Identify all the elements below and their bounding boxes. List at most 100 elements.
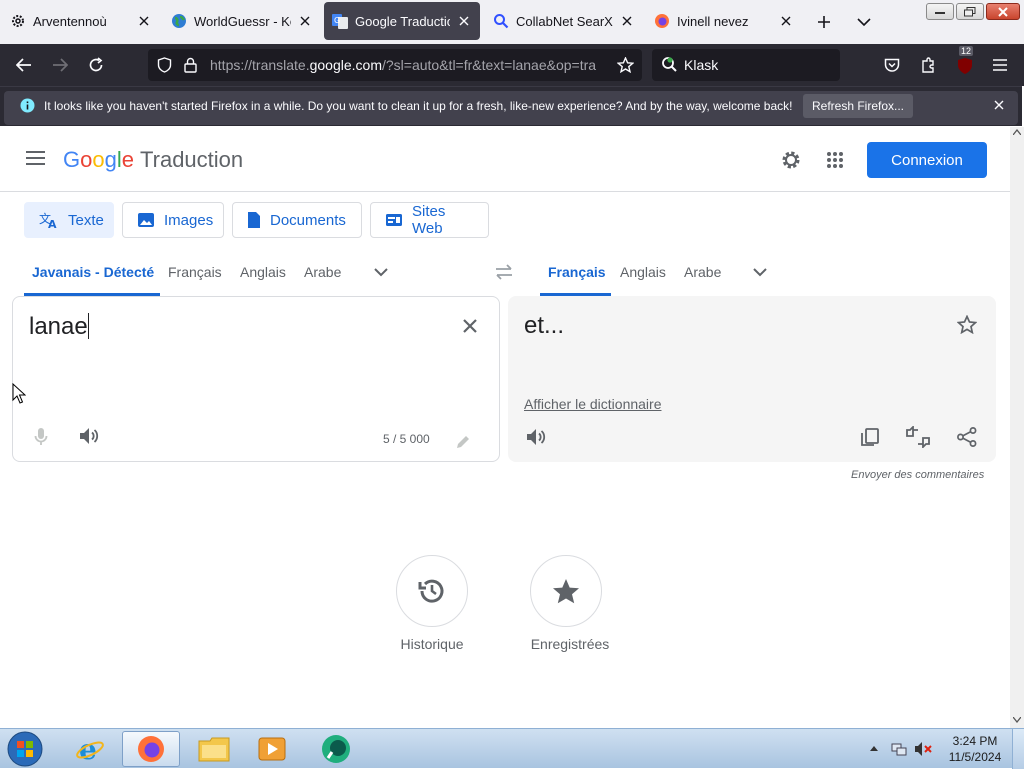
- google-header: Google Traduction Connexion: [0, 127, 1010, 192]
- source-text-input[interactable]: lanae: [29, 313, 89, 341]
- tab-google-traduction[interactable]: G Google Traduction: [324, 2, 480, 40]
- search-placeholder: Klask: [684, 57, 719, 73]
- firefox-taskbar-icon[interactable]: [122, 731, 180, 767]
- show-desktop-button[interactable]: [1012, 729, 1024, 769]
- clear-close-icon[interactable]: [462, 318, 478, 334]
- forward-arrow-icon[interactable]: [48, 53, 72, 77]
- search-icon: [493, 13, 509, 29]
- rate-translation-icon[interactable]: [905, 426, 931, 448]
- address-bar[interactable]: https://translate.google.com/?sl=auto&tl…: [148, 49, 642, 81]
- media-player-icon[interactable]: [244, 731, 300, 767]
- pocket-icon[interactable]: [880, 53, 904, 77]
- pencil-edit-icon[interactable]: [455, 434, 471, 450]
- back-arrow-icon[interactable]: [12, 53, 36, 77]
- window-close-button[interactable]: [986, 3, 1020, 20]
- list-tabs-chevron-down-icon[interactable]: [854, 12, 874, 32]
- source-lang-chevron-down-icon[interactable]: [374, 268, 388, 277]
- close-icon[interactable]: [778, 13, 794, 29]
- tab-title: CollabNet SearXNG: [516, 13, 613, 29]
- new-tab-icon[interactable]: [814, 12, 834, 32]
- target-lang-english[interactable]: Anglais: [620, 264, 666, 280]
- close-icon[interactable]: [994, 100, 1004, 110]
- shield-icon[interactable]: [157, 57, 172, 73]
- mode-documents-button[interactable]: Documents: [232, 202, 362, 238]
- search-bar[interactable]: Klask: [652, 49, 840, 81]
- bookmark-star-icon[interactable]: [617, 57, 634, 73]
- scroll-down-arrow-icon[interactable]: [1013, 717, 1021, 723]
- app-globe-icon[interactable]: [308, 731, 364, 767]
- speaker-icon[interactable]: [526, 428, 546, 446]
- copy-icon[interactable]: [860, 427, 880, 447]
- show-hidden-icons-icon[interactable]: [870, 745, 878, 751]
- logo-letter: G: [63, 147, 81, 172]
- target-lang-chevron-down-icon[interactable]: [753, 268, 767, 277]
- close-icon[interactable]: [297, 13, 313, 29]
- system-clock[interactable]: 3:24 PM 11/5/2024: [945, 733, 1005, 765]
- file-explorer-icon[interactable]: [186, 731, 242, 767]
- restore-button[interactable]: [956, 3, 984, 20]
- clock-time: 3:24 PM: [952, 734, 998, 748]
- website-icon: [385, 213, 403, 227]
- tab-ivinell-nevez[interactable]: Ivinell nevez: [646, 2, 802, 40]
- scroll-up-arrow-icon[interactable]: [1013, 129, 1021, 135]
- mode-label: Texte: [68, 211, 104, 229]
- microphone-icon[interactable]: [34, 427, 48, 447]
- logo-letter: o: [80, 147, 93, 172]
- source-text-box[interactable]: lanae 5 / 5 000: [12, 296, 500, 462]
- extensions-puzzle-icon[interactable]: [916, 53, 940, 77]
- windows-taskbar: e 3:24 PM 11/5/2024: [0, 728, 1024, 769]
- hamburger-menu-icon[interactable]: [988, 53, 1012, 77]
- logo-letter: o: [92, 147, 105, 172]
- close-icon[interactable]: [136, 13, 152, 29]
- firefox-icon: [654, 13, 670, 29]
- navigation-toolbar: https://translate.google.com/?sl=auto&tl…: [0, 44, 1024, 86]
- network-icon[interactable]: [891, 741, 907, 757]
- image-icon: [137, 212, 155, 228]
- document-icon: [247, 211, 261, 229]
- tab-collabnet-searxng[interactable]: CollabNet SearXNG: [485, 2, 643, 40]
- mode-label: Images: [164, 211, 214, 229]
- saved-button[interactable]: [530, 555, 602, 627]
- share-icon[interactable]: [957, 427, 977, 447]
- tab-strip: Arventennoù WorldGuessr - Kost G Google …: [0, 0, 1024, 44]
- volume-muted-icon[interactable]: [914, 741, 932, 757]
- close-icon[interactable]: [619, 13, 635, 29]
- source-lang-arabic[interactable]: Arabe: [304, 264, 341, 280]
- settings-gear-icon[interactable]: [779, 148, 803, 172]
- tab-title: WorldGuessr - Kost: [194, 13, 291, 29]
- lock-icon[interactable]: [184, 57, 197, 73]
- reload-icon[interactable]: [84, 53, 108, 77]
- star-save-icon[interactable]: [957, 315, 977, 334]
- mode-text-button[interactable]: 文A Texte: [24, 202, 114, 238]
- mode-websites-button[interactable]: Sites Web: [370, 202, 489, 238]
- source-text: lanae: [29, 313, 88, 340]
- tab-arventennou[interactable]: Arventennoù: [2, 2, 160, 40]
- start-button[interactable]: [0, 731, 50, 767]
- page-scrollbar[interactable]: [1010, 127, 1024, 728]
- source-lang-detected[interactable]: Javanais - Détecté: [32, 264, 154, 280]
- send-feedback-link[interactable]: Envoyer des commentaires: [851, 469, 984, 481]
- source-lang-french[interactable]: Français: [168, 264, 222, 280]
- close-icon[interactable]: [456, 13, 472, 29]
- star-icon: [552, 578, 580, 604]
- mode-images-button[interactable]: Images: [122, 202, 224, 238]
- logo-letter: g: [104, 147, 117, 172]
- show-dictionary-link[interactable]: Afficher le dictionnaire: [524, 396, 661, 412]
- hamburger-menu-icon[interactable]: [26, 151, 45, 165]
- source-lang-english[interactable]: Anglais: [240, 264, 286, 280]
- internet-explorer-icon[interactable]: e: [62, 731, 118, 767]
- target-lang-french[interactable]: Français: [548, 264, 606, 280]
- apps-grid-icon[interactable]: [826, 151, 844, 169]
- swap-languages-icon[interactable]: [494, 264, 514, 280]
- target-lang-arabic[interactable]: Arabe: [684, 264, 721, 280]
- logo-letter: e: [121, 147, 135, 172]
- history-button[interactable]: [396, 555, 468, 627]
- sign-in-button[interactable]: Connexion: [867, 142, 987, 178]
- tab-worldguessr[interactable]: WorldGuessr - Kost: [163, 2, 321, 40]
- minimize-button[interactable]: [926, 3, 954, 20]
- ublock-shield-icon[interactable]: 12: [953, 46, 977, 77]
- refresh-firefox-button[interactable]: Refresh Firefox...: [803, 94, 913, 118]
- tab-title: Google Traduction: [355, 13, 450, 29]
- speaker-icon[interactable]: [79, 427, 99, 445]
- google-translate-logo[interactable]: Google Traduction: [63, 147, 243, 173]
